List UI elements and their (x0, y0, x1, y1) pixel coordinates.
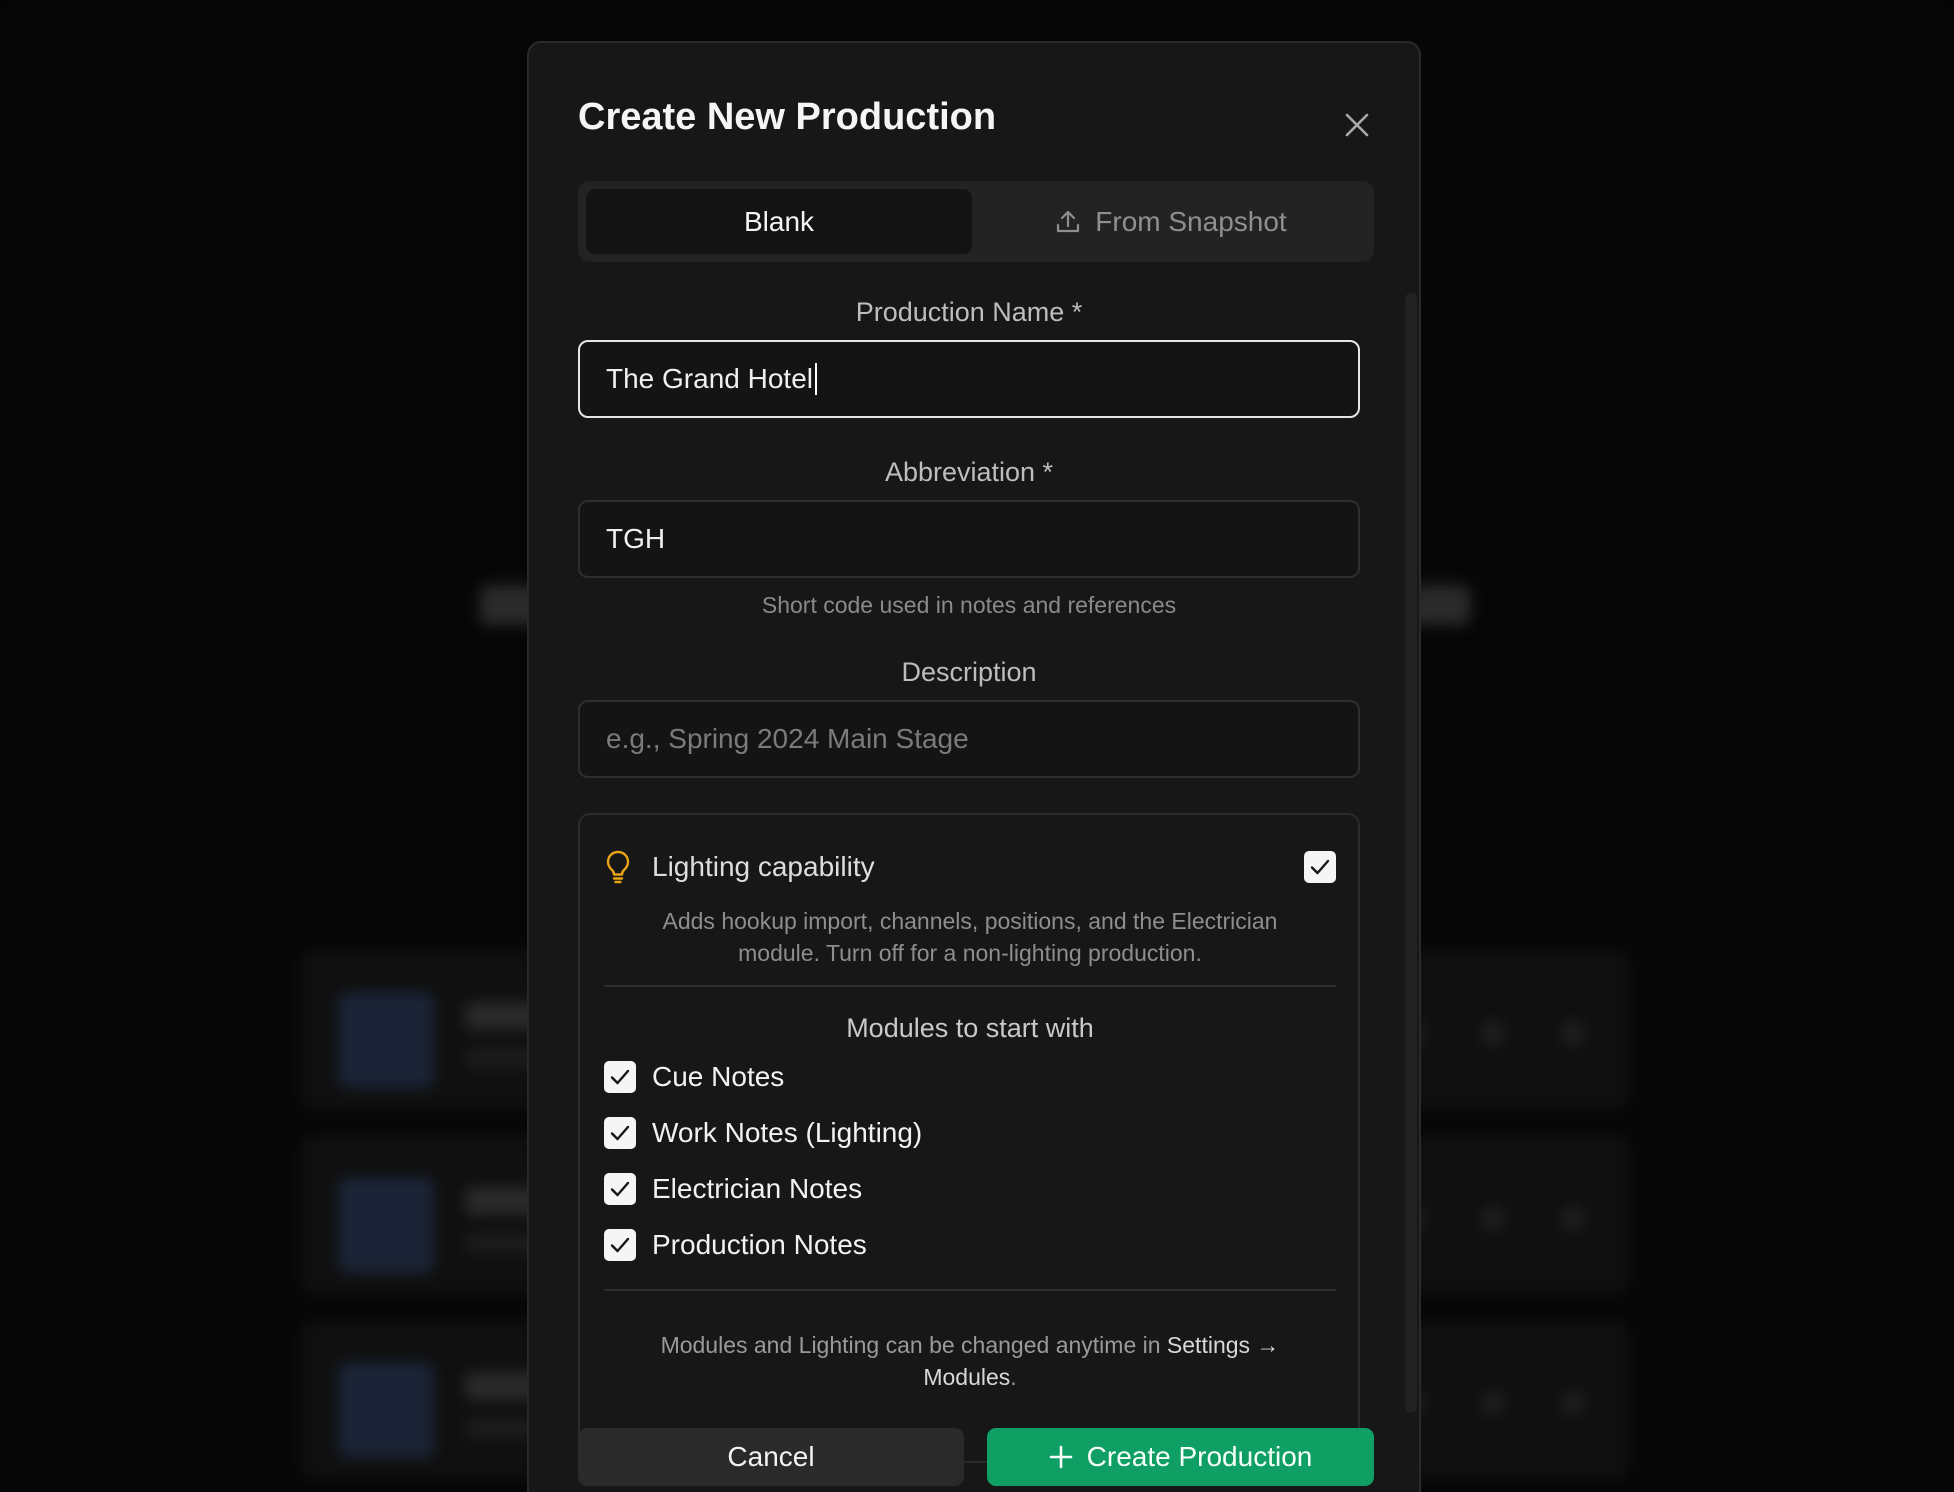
dialog-title: Create New Production (578, 96, 997, 138)
lighting-description-line: module. Turn off for a non-lighting prod… (738, 940, 1202, 966)
create-production-label: Create Production (1086, 1441, 1313, 1472)
description-placeholder: e.g., Spring 2024 Main Stage (606, 723, 969, 754)
module-checkbox[interactable] (604, 1061, 636, 1093)
settings-link-text: Settings (1166, 1332, 1251, 1358)
production-name-input[interactable]: The Grand Hotel (578, 340, 1360, 418)
create-production-button[interactable]: Create Production (987, 1428, 1374, 1486)
checkmark-icon (610, 1125, 630, 1141)
module-item-production-notes[interactable]: Production Notes (604, 1225, 867, 1265)
production-name-value: The Grand Hotel (606, 363, 813, 394)
dialog-scrollbar[interactable] (1405, 293, 1417, 1413)
tab-blank[interactable]: Blank (586, 189, 972, 254)
divider (604, 1289, 1336, 1291)
description-label: Description (901, 657, 1037, 687)
abbreviation-input[interactable]: TGH (578, 500, 1360, 578)
footer-note-period: . (1010, 1364, 1017, 1390)
arrow-glyph: → (1256, 1332, 1280, 1358)
tab-from-snapshot-label: From Snapshot (1095, 205, 1287, 237)
module-checkbox[interactable] (604, 1229, 636, 1261)
plus-icon (1049, 1445, 1072, 1469)
creation-mode-tabs: Blank From Snapshot (578, 181, 1374, 262)
capabilities-panel: Lighting capability Adds hookup import, … (578, 813, 1360, 1463)
modules-title: Modules to start with (846, 1013, 1094, 1043)
modules-link-text: Modules (923, 1364, 1011, 1390)
module-item-cue-notes[interactable]: Cue Notes (604, 1057, 784, 1097)
divider (604, 985, 1336, 987)
lighting-capability-label: Lighting capability (652, 851, 875, 882)
production-name-label: Production Name * (855, 297, 1083, 327)
description-input[interactable]: e.g., Spring 2024 Main Stage (578, 700, 1360, 778)
lightbulb-icon (606, 850, 630, 884)
settings-footer-note: Modules and Lighting can be changed anyt… (604, 1329, 1336, 1393)
checkmark-icon (610, 1069, 630, 1085)
abbreviation-hint: Short code used in notes and references (761, 592, 1177, 618)
module-checkbox[interactable] (604, 1117, 636, 1149)
checkmark-icon (1310, 859, 1330, 875)
module-item-work-notes[interactable]: Work Notes (Lighting) (604, 1113, 922, 1153)
close-button[interactable] (1335, 103, 1379, 147)
checkmark-icon (610, 1237, 630, 1253)
cancel-button-label: Cancel (727, 1441, 815, 1472)
abbreviation-value: TGH (606, 523, 666, 554)
abbreviation-label: Abbreviation * (884, 457, 1054, 487)
tab-from-snapshot[interactable]: From Snapshot (976, 189, 1366, 254)
module-item-electrician-notes[interactable]: Electrician Notes (604, 1169, 862, 1209)
module-label: Electrician Notes (652, 1173, 863, 1204)
lighting-description-line: Adds hookup import, channels, positions,… (662, 908, 1278, 934)
cancel-button[interactable]: Cancel (578, 1428, 964, 1486)
module-label: Production Notes (652, 1229, 867, 1260)
tab-blank-label: Blank (743, 205, 815, 237)
lighting-capability-row: Lighting capability (604, 845, 1336, 889)
close-icon (1345, 113, 1369, 137)
footer-note-text: Modules and Lighting can be changed anyt… (660, 1332, 1161, 1358)
lighting-capability-description: Adds hookup import, channels, positions,… (604, 905, 1336, 969)
upload-icon (1057, 210, 1080, 232)
module-label: Work Notes (Lighting) (652, 1117, 923, 1148)
module-checkbox[interactable] (604, 1173, 636, 1205)
checkmark-icon (610, 1181, 630, 1197)
text-caret (815, 363, 817, 395)
module-label: Cue Notes (652, 1061, 785, 1092)
create-production-dialog: Create New Production Blank From Snapsho… (527, 41, 1421, 1492)
lighting-capability-checkbox[interactable] (1304, 851, 1336, 883)
